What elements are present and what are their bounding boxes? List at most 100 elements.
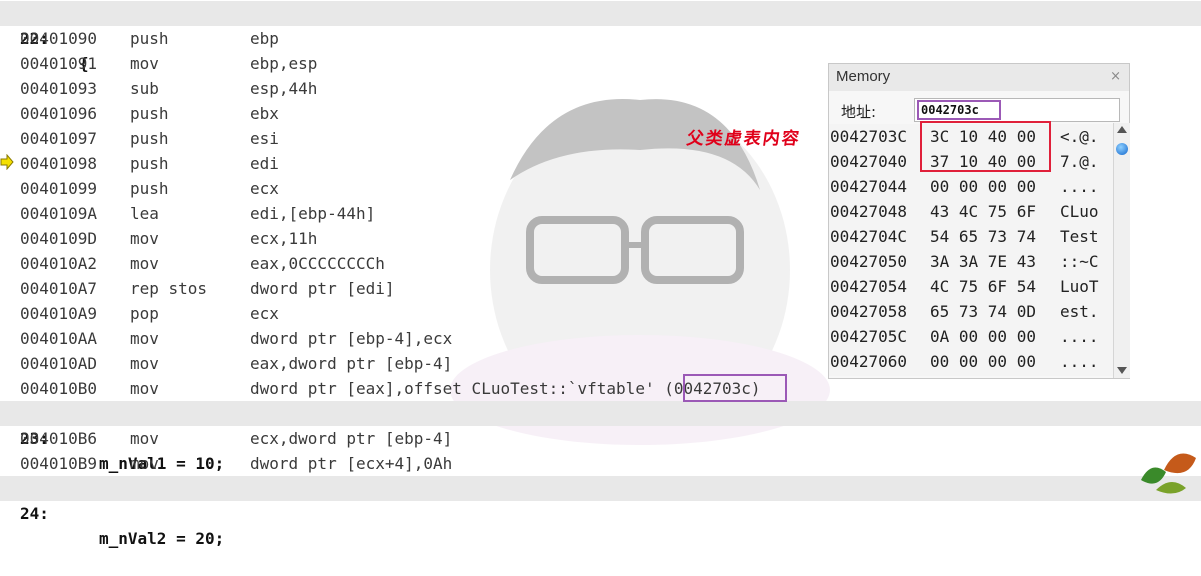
memory-row-ascii: <.@. (1060, 127, 1099, 146)
instruction-address: 004010B0 (20, 379, 98, 398)
source-line: 23: m_nVal1 = 10; (0, 401, 1201, 473)
instruction-mnemonic: mov (130, 54, 159, 73)
scroll-up-icon[interactable] (1117, 126, 1127, 133)
memory-row[interactable]: 00427050 3A 3A 7E 43::~C (829, 249, 1115, 274)
instruction-address: 004010B9 (20, 454, 98, 473)
source-line: 22: { (0, 1, 1201, 73)
memory-row-ascii: Test (1060, 227, 1099, 246)
instruction-address: 00401099 (20, 179, 98, 198)
instruction-address: 00401097 (20, 129, 98, 148)
instruction-operands: ecx,dword ptr [ebp-4] (250, 429, 453, 448)
memory-window[interactable]: Memory × 地址: 0042703c 0042703C 3C 10 40 0… (828, 63, 1130, 379)
memory-row-ascii: LuoT (1060, 277, 1099, 296)
memory-scrollbar[interactable] (1113, 123, 1130, 378)
leaf-decoration-icon (1141, 453, 1196, 494)
memory-row-hex: 4C 75 6F 54 (930, 277, 1036, 296)
address-input[interactable]: 0042703c (914, 98, 1120, 122)
asm-instruction-row[interactable]: 004010B0 mov dword ptr [eax],offset CLuoTe… (0, 376, 1201, 401)
instruction-mnemonic: mov (130, 429, 159, 448)
instruction-operands: ebp (250, 29, 279, 48)
memory-row-hex: 3A 3A 7E 43 (930, 252, 1036, 271)
memory-row[interactable]: 00427060 00 00 00 00.... (829, 349, 1115, 374)
scroll-down-icon[interactable] (1117, 367, 1127, 374)
instruction-operands: ecx (250, 179, 279, 198)
memory-row-ascii: ::~C (1060, 252, 1099, 271)
memory-titlebar[interactable]: Memory × (829, 64, 1129, 91)
memory-row-ascii: .... (1060, 352, 1099, 371)
annotation-label: 父类虚表内容 (685, 129, 803, 149)
memory-row-hex: 43 4C 75 6F (930, 202, 1036, 221)
memory-row-ascii: est. (1060, 302, 1099, 321)
memory-row-address: 00427054 (830, 277, 908, 296)
asm-instruction-row[interactable]: 004010B9 mov dword ptr [ecx+4],0Ah (0, 451, 1201, 476)
source-line-number: 24: (20, 504, 49, 523)
memory-row[interactable]: 00427058 65 73 74 0D est. (829, 299, 1115, 324)
memory-row-hex: 00 00 00 00 (930, 177, 1036, 196)
instruction-address: 00401093 (20, 79, 98, 98)
instruction-mnemonic: mov (130, 229, 159, 248)
scroll-thumb[interactable] (1116, 143, 1128, 155)
memory-row-hex: 65 73 74 0D (930, 302, 1036, 321)
instruction-operands: ecx (250, 304, 279, 323)
source-line: 24: m_nVal2 = 20; (0, 476, 1201, 548)
instruction-address: 004010B6 (20, 429, 98, 448)
memory-row-address: 00427050 (830, 252, 908, 271)
memory-row-address: 00427044 (830, 177, 908, 196)
memory-row[interactable]: 0042705C 0A 00 00 00.... (829, 324, 1115, 349)
instruction-operands: edi,[ebp-44h] (250, 204, 376, 223)
memory-row[interactable]: 00427044 00 00 00 00.... (829, 174, 1115, 199)
instruction-operands: esi (250, 129, 279, 148)
current-instruction-arrow-icon (0, 154, 14, 170)
instruction-operands: ebx (250, 104, 279, 123)
memory-row[interactable]: 00427048 43 4C 75 6F CLuo (829, 199, 1115, 224)
instruction-address: 0040109D (20, 229, 98, 248)
instruction-operands: ebp,esp (250, 54, 318, 73)
instruction-address: 0040109A (20, 204, 98, 223)
instruction-mnemonic: pop (130, 304, 159, 323)
instruction-mnemonic: mov (130, 254, 159, 273)
asm-instruction-row[interactable]: 004010B6 mov ecx,dword ptr [ebp-4] (0, 426, 1201, 451)
instruction-address: 00401090 (20, 29, 98, 48)
instruction-address: 00401096 (20, 104, 98, 123)
instruction-address: 00401098 (20, 154, 98, 173)
instruction-mnemonic: push (130, 29, 169, 48)
instruction-mnemonic: push (130, 104, 169, 123)
instruction-operands: dword ptr [ebp-4],ecx (250, 329, 453, 348)
memory-row-address: 00427048 (830, 202, 908, 221)
instruction-operands: eax,dword ptr [ebp-4] (250, 354, 453, 373)
address-input-value: 0042703c (917, 100, 1001, 120)
instruction-mnemonic: push (130, 154, 169, 173)
instruction-mnemonic: mov (130, 379, 159, 398)
instruction-operands: edi (250, 154, 279, 173)
vftable-address-highlight (683, 374, 787, 402)
memory-row[interactable]: 00427054 4C 75 6F 54 LuoT (829, 274, 1115, 299)
memory-row-hex: 00 00 00 00 (930, 352, 1036, 371)
instruction-address: 004010AA (20, 329, 98, 348)
instruction-mnemonic: lea (130, 204, 159, 223)
instruction-operands: ecx,11h (250, 229, 318, 248)
memory-title: Memory (836, 68, 891, 85)
instruction-mnemonic: mov (130, 354, 159, 373)
address-label: 地址: (841, 103, 877, 121)
memory-row-ascii: .... (1060, 177, 1099, 196)
memory-row-hex: 54 65 73 74 (930, 227, 1036, 246)
instruction-operands: esp,44h (250, 79, 318, 98)
instruction-operands: dword ptr [edi] (250, 279, 395, 298)
memory-row[interactable]: 0042704C 54 65 73 74 Test (829, 224, 1115, 249)
source-statement: m_nVal2 = 20; (99, 529, 225, 548)
asm-instruction-row[interactable]: 00401090 push ebp (0, 26, 1201, 51)
instruction-mnemonic: rep stos (130, 279, 208, 298)
instruction-address: 004010A9 (20, 304, 98, 323)
memory-row-address: 00427040 (830, 152, 908, 171)
memory-row-ascii: 7.@. (1060, 152, 1099, 171)
instruction-mnemonic: push (130, 129, 169, 148)
instruction-operands: dword ptr [ecx+4],0Ah (250, 454, 453, 473)
close-icon[interactable]: × (1110, 69, 1121, 84)
vtable-bytes-highlight (920, 121, 1051, 172)
instruction-mnemonic: push (130, 179, 169, 198)
instruction-address: 004010A7 (20, 279, 98, 298)
instruction-address: 004010AD (20, 354, 98, 373)
instruction-address: 004010A2 (20, 254, 98, 273)
memory-row-address: 00427060 (830, 352, 908, 371)
memory-row-ascii: CLuo (1060, 202, 1099, 221)
